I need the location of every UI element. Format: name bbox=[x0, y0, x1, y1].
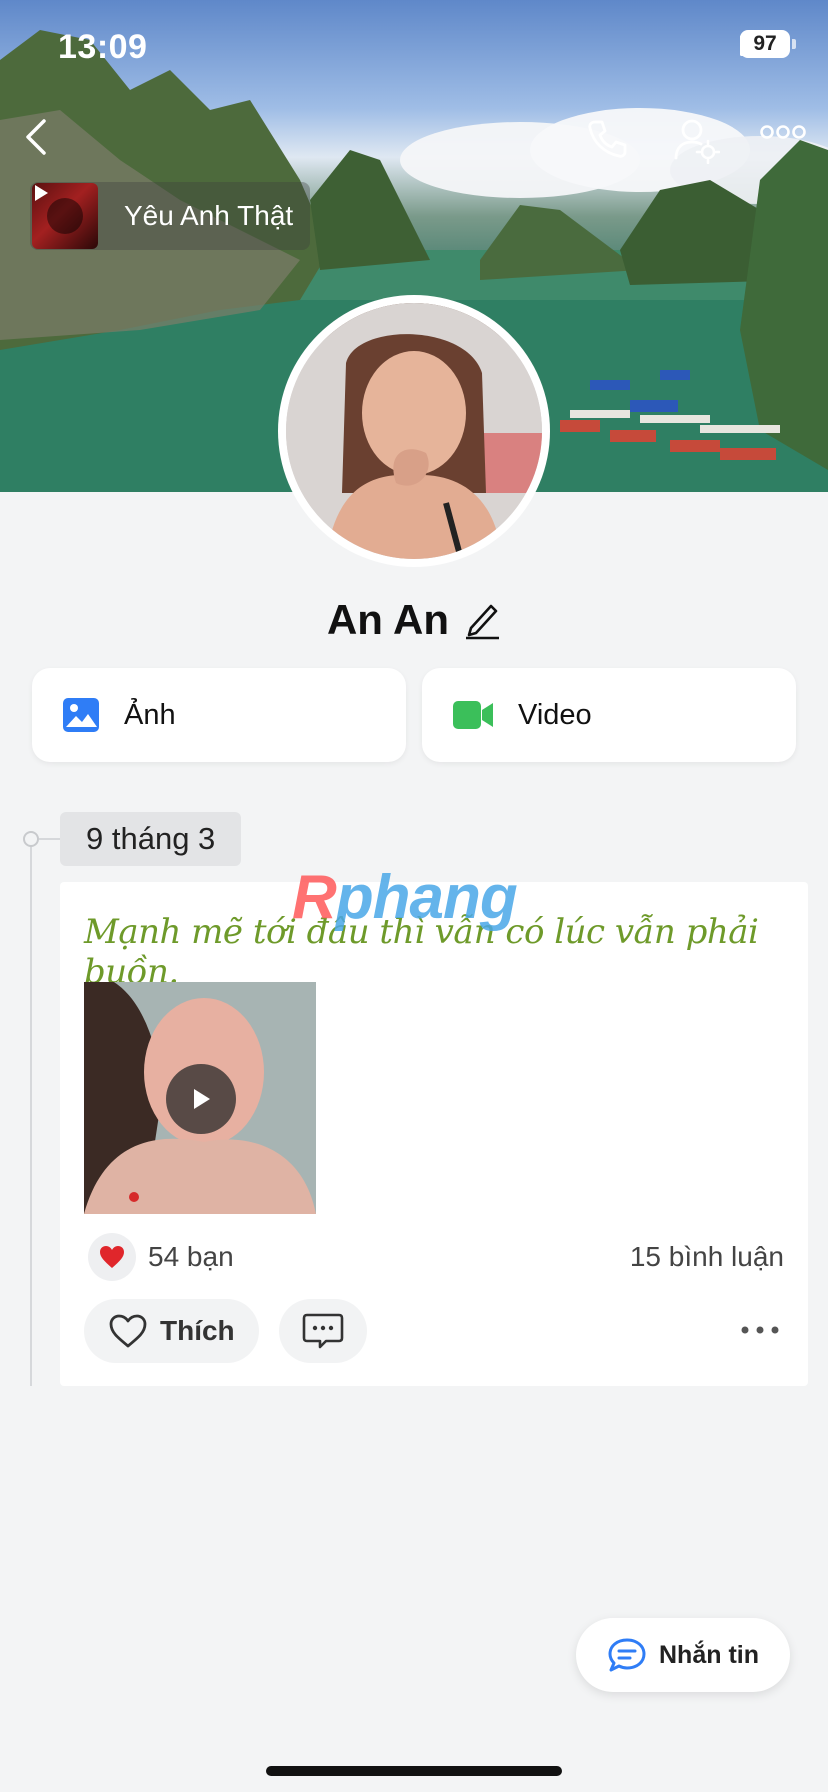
video-play-button[interactable] bbox=[166, 1064, 236, 1134]
timeline-connector bbox=[39, 838, 61, 840]
reaction-badge[interactable] bbox=[88, 1233, 136, 1281]
back-button[interactable] bbox=[24, 118, 64, 162]
post-card[interactable]: Mạnh mẽ tới đâu thì vẫn có lúc vẫn phải … bbox=[60, 882, 808, 1386]
play-icon bbox=[194, 1089, 210, 1109]
status-time: 13:09 bbox=[58, 28, 148, 66]
videos-label: Video bbox=[518, 698, 592, 731]
comment-button[interactable] bbox=[278, 1299, 367, 1363]
videos-button[interactable]: Video bbox=[422, 668, 796, 762]
reaction-summary: 54 bạn 15 bình luận bbox=[88, 1232, 784, 1282]
profile-music-player[interactable]: Yêu Anh Thật bbox=[30, 182, 310, 250]
post-more-button[interactable] bbox=[740, 1322, 780, 1340]
comments-count[interactable]: 15 bình luận bbox=[630, 1241, 784, 1273]
profile-name: An An bbox=[326, 596, 450, 643]
photo-icon bbox=[63, 698, 99, 732]
post-actions: Thích bbox=[84, 1298, 784, 1364]
likes-count[interactable]: 54 bạn bbox=[148, 1241, 234, 1273]
music-cover-thumbnail bbox=[32, 183, 98, 249]
status-indicators: 97 bbox=[740, 30, 796, 58]
back-icon bbox=[26, 119, 46, 155]
more-icon bbox=[741, 1326, 779, 1334]
phone-icon bbox=[588, 120, 627, 158]
timeline-line bbox=[30, 838, 32, 1386]
video-camera-icon bbox=[453, 701, 493, 729]
play-icon bbox=[35, 185, 48, 201]
avatar-image bbox=[286, 303, 542, 559]
photos-button[interactable]: Ảnh bbox=[32, 668, 406, 762]
music-play-button[interactable] bbox=[35, 185, 83, 234]
edit-pencil-icon[interactable] bbox=[463, 600, 501, 640]
more-options-button[interactable] bbox=[760, 124, 810, 156]
battery-indicator: 97 bbox=[740, 30, 796, 58]
more-icon bbox=[760, 125, 806, 139]
message-button[interactable]: Nhắn tin bbox=[576, 1618, 790, 1692]
timeline-date: 9 tháng 3 bbox=[60, 812, 242, 866]
profile-settings-button[interactable] bbox=[672, 116, 724, 168]
home-indicator bbox=[266, 1766, 562, 1776]
heart-icon bbox=[100, 1246, 124, 1268]
profile-avatar[interactable] bbox=[278, 295, 550, 567]
like-label: Thích bbox=[160, 1315, 235, 1346]
like-button[interactable]: Thích bbox=[84, 1299, 259, 1363]
heart-outline-icon bbox=[109, 1314, 147, 1348]
post-video-thumbnail[interactable] bbox=[84, 982, 316, 1214]
music-title: Yêu Anh Thật bbox=[124, 200, 294, 231]
timeline-dot bbox=[23, 831, 39, 847]
call-button[interactable] bbox=[586, 118, 634, 166]
profile-name-row: An An bbox=[0, 596, 828, 644]
user-settings-icon bbox=[674, 119, 720, 164]
avatar-portrait bbox=[286, 303, 542, 559]
message-label: Nhắn tin bbox=[659, 1640, 759, 1669]
photos-label: Ảnh bbox=[124, 698, 176, 731]
chat-icon bbox=[608, 1638, 646, 1672]
watermark-logo: Rphang bbox=[292, 863, 518, 932]
comment-icon bbox=[302, 1313, 343, 1349]
